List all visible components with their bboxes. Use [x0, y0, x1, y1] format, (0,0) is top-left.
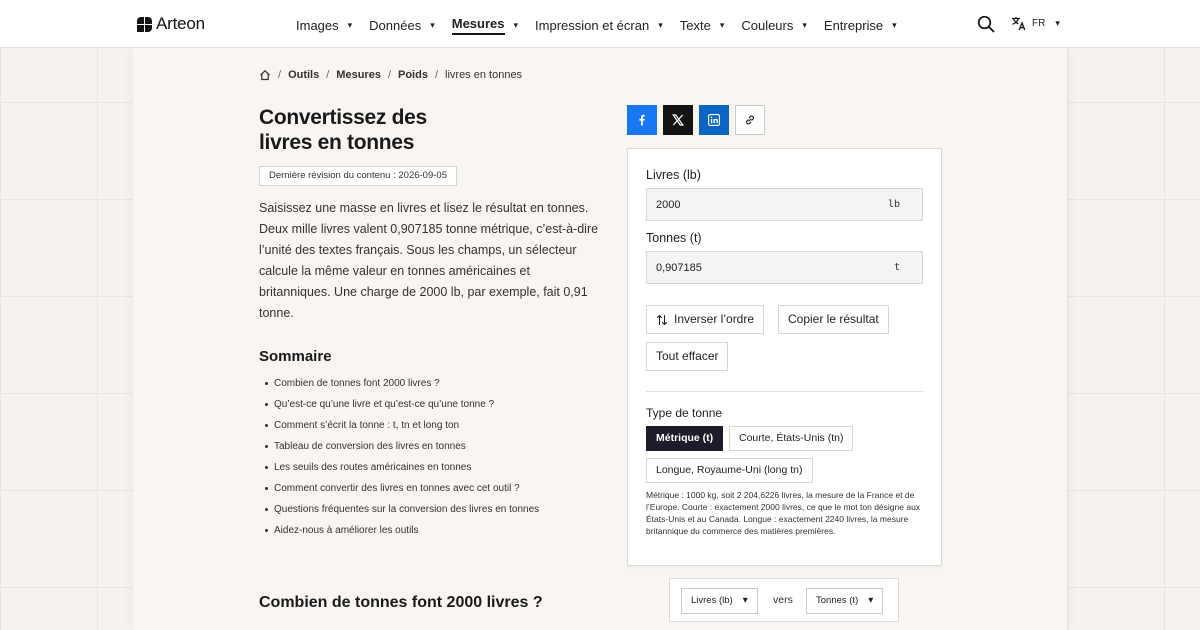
- ton-type-label: Type de tonne: [646, 406, 723, 420]
- chevron-down-icon: ▾: [658, 20, 663, 30]
- link-icon: [746, 115, 754, 125]
- nav-item-images[interactable]: Images ▾: [296, 16, 352, 35]
- breadcrumb-current: livres en tonnes: [445, 69, 523, 81]
- to-unit-select[interactable]: Tonnes (t) ▾: [806, 588, 884, 614]
- summary-list: Combien de tonnes font 2000 livres ? Qu’…: [264, 373, 539, 541]
- nav-item-label: Impression et écran: [535, 18, 650, 33]
- summary-link[interactable]: Combien de tonnes font 2000 livres ?: [264, 373, 539, 394]
- logo-mark-icon: [137, 16, 152, 32]
- nav-item-couleurs[interactable]: Couleurs ▾: [741, 16, 807, 35]
- nav-item-mesures[interactable]: Mesures ▾: [451, 16, 519, 35]
- summary-link[interactable]: Aidez-nous à améliorer les outils: [264, 520, 539, 541]
- chevron-down-icon: ▾: [513, 20, 519, 30]
- brand-name: Arteon: [156, 14, 205, 33]
- unit-selector-bar: Livres (lb) ▾ vers Tonnes (t) ▾: [669, 578, 899, 622]
- copy-result-button[interactable]: Copier le résultat: [778, 305, 889, 334]
- x-icon: [672, 114, 684, 126]
- summary-link[interactable]: Comment s’écrit la tonne : t, tn et long…: [264, 415, 539, 436]
- swap-button-label: Inverser l’ordre: [674, 312, 755, 326]
- breadcrumb-mesures[interactable]: Mesures: [336, 69, 381, 81]
- share-x-button[interactable]: [663, 105, 693, 135]
- summary-link[interactable]: Questions fréquentes sur la conversion d…: [264, 499, 539, 520]
- logo[interactable]: Arteon: [137, 14, 205, 34]
- divider: [646, 391, 923, 392]
- nav-item-donnees[interactable]: Données ▾: [369, 16, 435, 35]
- chevron-down-icon: ▾: [892, 20, 897, 30]
- revision-badge: Dernière révision du contenu : 2026-09-0…: [259, 166, 457, 186]
- share-linkedin-button[interactable]: [699, 105, 729, 135]
- summary-title: Sommaire: [259, 348, 332, 365]
- ton-type-metric-chip[interactable]: Métrique (t): [646, 426, 724, 451]
- clear-all-button[interactable]: Tout effacer: [646, 342, 729, 371]
- page-title-line2: livres en tonnes: [259, 131, 415, 154]
- summary-link[interactable]: Comment convertir des livres en tonnes a…: [264, 478, 539, 499]
- to-unit: t: [893, 262, 900, 273]
- breadcrumb-separator: /: [387, 69, 391, 81]
- chevron-down-icon: ▾: [1055, 18, 1060, 28]
- nav-item-label: Images: [296, 18, 339, 33]
- top-navigation: Arteon Images ▾ Données ▾ Mesures ▾ Impress…: [0, 0, 1200, 48]
- search-button[interactable]: [977, 15, 995, 33]
- chevron-down-icon: ▾: [868, 595, 874, 606]
- facebook-icon: [639, 114, 645, 126]
- chevron-down-icon: ▾: [742, 595, 748, 606]
- from-unit: lb: [887, 199, 900, 210]
- breadcrumb-outils[interactable]: Outils: [288, 69, 319, 81]
- share-buttons: [627, 105, 765, 135]
- intro-text: Saisissez une masse en livres et lisez l…: [259, 201, 599, 320]
- summary-link[interactable]: Tableau de conversion des livres en tonn…: [264, 436, 539, 457]
- share-facebook-button[interactable]: [627, 105, 657, 135]
- translate-icon: [1012, 17, 1026, 31]
- swap-button[interactable]: Inverser l’ordre: [646, 305, 765, 334]
- nav-item-label: Données: [369, 18, 422, 33]
- breadcrumb-poids[interactable]: Poids: [398, 69, 428, 81]
- converter-card: Livres (lb) lb Tonnes (t) t Inverser l’o…: [627, 148, 942, 566]
- linkedin-icon: [708, 114, 720, 126]
- breadcrumb-separator: /: [434, 69, 439, 81]
- chevron-down-icon: ▾: [347, 20, 353, 30]
- nav-item-entreprise[interactable]: Entreprise ▾: [824, 16, 897, 35]
- to-unit-select-value: Tonnes (t): [816, 595, 859, 606]
- summary-link[interactable]: Les seuils des routes américaines en ton…: [264, 457, 539, 478]
- copy-link-button[interactable]: [735, 105, 765, 135]
- tonnes-input[interactable]: [647, 252, 922, 283]
- nav-item-texte[interactable]: Texte ▾: [680, 16, 725, 35]
- ton-type-long-chip[interactable]: Longue, Royaume-Uni (long tn): [646, 458, 813, 483]
- nav-item-impression[interactable]: Impression et écran ▾: [535, 16, 663, 35]
- nav-item-label: Entreprise: [823, 18, 884, 33]
- from-unit-select-value: Livres (lb): [691, 595, 733, 606]
- main-nav: Images ▾ Données ▾ Mesures ▾ Impression et …: [296, 16, 914, 35]
- chevron-down-icon: ▾: [802, 20, 807, 30]
- chevron-down-icon: ▾: [719, 20, 725, 30]
- swap-icon: [656, 314, 668, 325]
- breadcrumb: / Outils / Mesures / Poids / livres en t…: [259, 69, 522, 81]
- nav-item-label: Couleurs: [741, 18, 794, 33]
- breadcrumb-separator: /: [278, 69, 282, 81]
- to-field: t: [646, 251, 923, 284]
- breadcrumb-separator: /: [326, 69, 330, 81]
- from-field-label: Livres (lb): [646, 168, 701, 182]
- nav-item-label: Texte: [679, 18, 711, 33]
- summary-link[interactable]: Qu’est-ce qu’une livre et qu’est-ce qu’u…: [264, 394, 539, 415]
- language-selector[interactable]: FR ▾: [1011, 16, 1060, 31]
- language-code: FR: [1032, 18, 1046, 29]
- from-field: lb: [646, 188, 923, 221]
- chevron-down-icon: ▾: [430, 20, 435, 30]
- page-title: Convertissez des livres en tonnes: [259, 105, 519, 155]
- page-content: / Outils / Mesures / Poids / livres en t…: [133, 48, 1067, 630]
- search-icon: [977, 15, 995, 33]
- home-icon[interactable]: [259, 69, 271, 81]
- from-unit-select[interactable]: Livres (lb) ▾: [681, 588, 758, 614]
- to-field-label: Tonnes (t): [646, 231, 702, 245]
- section-heading: Combien de tonnes font 2000 livres ?: [259, 594, 543, 611]
- pounds-input[interactable]: [647, 189, 922, 220]
- ton-type-note: Métrique : 1000 kg, soit 2 204,6226 livr…: [646, 490, 921, 536]
- ton-type-short-chip[interactable]: Courte, États-Unis (tn): [729, 426, 854, 451]
- page-title-line1: Convertissez des: [259, 106, 427, 129]
- vers-label: vers: [773, 594, 793, 606]
- nav-item-label: Mesures: [451, 16, 505, 35]
